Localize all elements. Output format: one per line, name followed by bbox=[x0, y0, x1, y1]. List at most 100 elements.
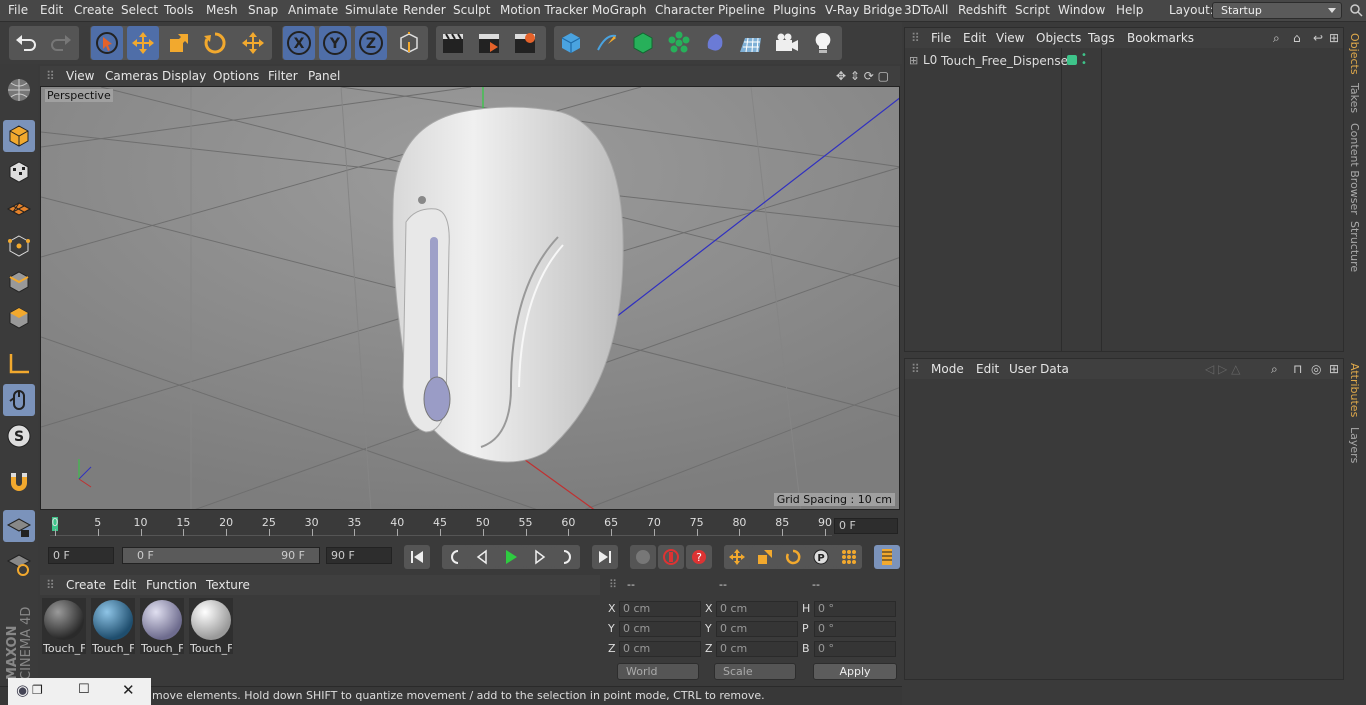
grip-icon[interactable]: ⠿ bbox=[609, 578, 617, 591]
menu-window[interactable]: Window bbox=[1058, 3, 1105, 17]
lock-icon[interactable]: ⊓ bbox=[1293, 362, 1302, 376]
new-panel-icon[interactable]: ⊞ bbox=[1329, 362, 1339, 376]
material-menu-function[interactable]: Function bbox=[146, 578, 197, 592]
tab-structure[interactable]: Structure bbox=[1348, 221, 1361, 272]
camera-icon[interactable] bbox=[771, 26, 803, 60]
menu-select[interactable]: Select bbox=[121, 3, 158, 17]
target-icon[interactable]: ◎ bbox=[1311, 362, 1321, 376]
menu-file[interactable]: File bbox=[8, 3, 28, 17]
render-picture-viewer-icon[interactable] bbox=[473, 26, 505, 60]
position-y-field[interactable]: 0 cm bbox=[619, 621, 701, 637]
position-x-field[interactable]: 0 cm bbox=[619, 601, 701, 617]
key-scale-icon[interactable] bbox=[752, 545, 778, 569]
viewport-label[interactable]: Perspective bbox=[45, 89, 113, 102]
previous-key-icon[interactable] bbox=[442, 545, 468, 569]
tab-attributes[interactable]: Attributes bbox=[1348, 363, 1361, 417]
menu-sculpt[interactable]: Sculpt bbox=[453, 3, 490, 17]
expand-icon[interactable]: ⊞ bbox=[909, 54, 918, 67]
light-icon[interactable] bbox=[807, 26, 839, 60]
object-menu-edit[interactable]: Edit bbox=[963, 31, 986, 45]
solo-icon[interactable]: S bbox=[3, 420, 35, 452]
menu-motion-tracker[interactable]: Motion Tracker bbox=[500, 3, 588, 17]
apply-button[interactable]: Apply bbox=[813, 663, 897, 680]
material-swatch[interactable]: Touch_F bbox=[91, 598, 135, 655]
viewport-menu-panel[interactable]: Panel bbox=[308, 69, 340, 83]
restore-icon[interactable]: ❐ bbox=[32, 683, 43, 697]
size-z-field[interactable]: 0 cm bbox=[716, 641, 798, 657]
menu-simulate[interactable]: Simulate bbox=[345, 3, 398, 17]
size-x-field[interactable]: 0 cm bbox=[716, 601, 798, 617]
tab-takes[interactable]: Takes bbox=[1348, 83, 1361, 113]
material-menu-edit[interactable]: Edit bbox=[113, 578, 136, 592]
start-frame-field[interactable]: 0 F bbox=[48, 547, 114, 564]
current-frame-field[interactable]: 0 F bbox=[834, 518, 898, 534]
grip-icon[interactable]: ⠿ bbox=[46, 69, 55, 83]
floor-icon[interactable] bbox=[735, 26, 767, 60]
layer-tag-icon[interactable] bbox=[1067, 55, 1077, 65]
subdivision-icon[interactable] bbox=[627, 26, 659, 60]
object-row[interactable]: ⊞ L0 Touch_Free_Dispenser • • bbox=[905, 51, 1343, 70]
world-dropdown[interactable]: World bbox=[617, 663, 699, 680]
cube-icon[interactable] bbox=[555, 26, 587, 60]
polygons-mode-icon[interactable] bbox=[3, 302, 35, 334]
menu-help[interactable]: Help bbox=[1116, 3, 1143, 17]
visibility-dots-icon[interactable]: • • bbox=[1081, 51, 1087, 69]
material-menu-texture[interactable]: Texture bbox=[206, 578, 250, 592]
tab-layers[interactable]: Layers bbox=[1348, 427, 1361, 463]
material-swatch[interactable]: Touch_F bbox=[42, 598, 86, 655]
object-menu-tags[interactable]: Tags bbox=[1088, 31, 1115, 45]
rotate-icon[interactable] bbox=[199, 26, 231, 60]
y-axis-icon[interactable]: Y bbox=[319, 26, 351, 60]
object-name[interactable]: Touch_Free_Dispenser bbox=[941, 54, 1073, 68]
search-icon[interactable]: ⌕ bbox=[1273, 31, 1280, 46]
menu-create[interactable]: Create bbox=[74, 3, 114, 17]
scale-icon[interactable] bbox=[163, 26, 195, 60]
render-settings-icon[interactable] bbox=[509, 26, 541, 60]
workplane-lock-icon[interactable] bbox=[3, 510, 35, 542]
menu-character[interactable]: Character bbox=[655, 3, 714, 17]
coordinate-system-icon[interactable] bbox=[393, 26, 425, 60]
size-y-field[interactable]: 0 cm bbox=[716, 621, 798, 637]
move-alt-icon[interactable] bbox=[237, 26, 269, 60]
key-rotation-icon[interactable] bbox=[780, 545, 806, 569]
tab-objects[interactable]: Objects bbox=[1348, 33, 1361, 75]
rotation-p-field[interactable]: 0 ° bbox=[814, 621, 896, 637]
grip-icon[interactable]: ⠿ bbox=[46, 578, 55, 592]
select-icon[interactable] bbox=[91, 26, 123, 60]
timeline-ruler[interactable]: 0 5 10 15 20 25 30 35 40 45 50 55 60 65 70 75 80 85 90 0 F bbox=[40, 512, 902, 542]
record-position-icon[interactable] bbox=[630, 545, 656, 569]
object-menu-view[interactable]: View bbox=[996, 31, 1024, 45]
viewport-menu-view[interactable]: View bbox=[66, 69, 94, 83]
viewport-perspective[interactable]: Perspective Grid Spacing : 10 cm bbox=[40, 86, 900, 510]
points-mode-icon[interactable] bbox=[3, 230, 35, 262]
menu-3dtoall[interactable]: 3DToAll bbox=[904, 3, 948, 17]
rotation-b-field[interactable]: 0 ° bbox=[814, 641, 896, 657]
material-menu-create[interactable]: Create bbox=[66, 578, 106, 592]
menu-plugins[interactable]: Plugins bbox=[773, 3, 816, 17]
material-swatch[interactable]: Touch_F bbox=[189, 598, 233, 655]
home-icon[interactable]: ⌂ bbox=[1293, 31, 1301, 45]
key-parameter-icon[interactable]: P bbox=[808, 545, 834, 569]
undo-icon[interactable] bbox=[10, 26, 42, 60]
scale-dropdown[interactable]: Scale bbox=[714, 663, 796, 680]
key-position-icon[interactable] bbox=[724, 545, 750, 569]
attribute-menu-mode[interactable]: Mode bbox=[931, 362, 964, 376]
play-icon[interactable] bbox=[498, 545, 524, 569]
menu-snap[interactable]: Snap bbox=[248, 3, 278, 17]
close-icon[interactable]: ✕ bbox=[122, 681, 135, 699]
make-editable-icon[interactable] bbox=[3, 74, 35, 106]
edges-mode-icon[interactable] bbox=[3, 266, 35, 298]
model-mode-icon[interactable] bbox=[3, 120, 35, 152]
cloner-icon[interactable] bbox=[663, 26, 695, 60]
next-frame-icon[interactable] bbox=[526, 545, 552, 569]
autokey-icon[interactable] bbox=[658, 545, 684, 569]
next-key-icon[interactable] bbox=[554, 545, 580, 569]
menu-edit[interactable]: Edit bbox=[40, 3, 63, 17]
menu-tools[interactable]: Tools bbox=[164, 3, 194, 17]
menu-mesh[interactable]: Mesh bbox=[206, 3, 238, 17]
viewport-menu-display[interactable]: Display bbox=[162, 69, 206, 83]
tweak-mode-icon[interactable] bbox=[3, 384, 35, 416]
viewport-menu-options[interactable]: Options bbox=[213, 69, 259, 83]
search-icon[interactable]: ⌕ bbox=[1271, 362, 1278, 377]
x-axis-icon[interactable]: X bbox=[283, 26, 315, 60]
